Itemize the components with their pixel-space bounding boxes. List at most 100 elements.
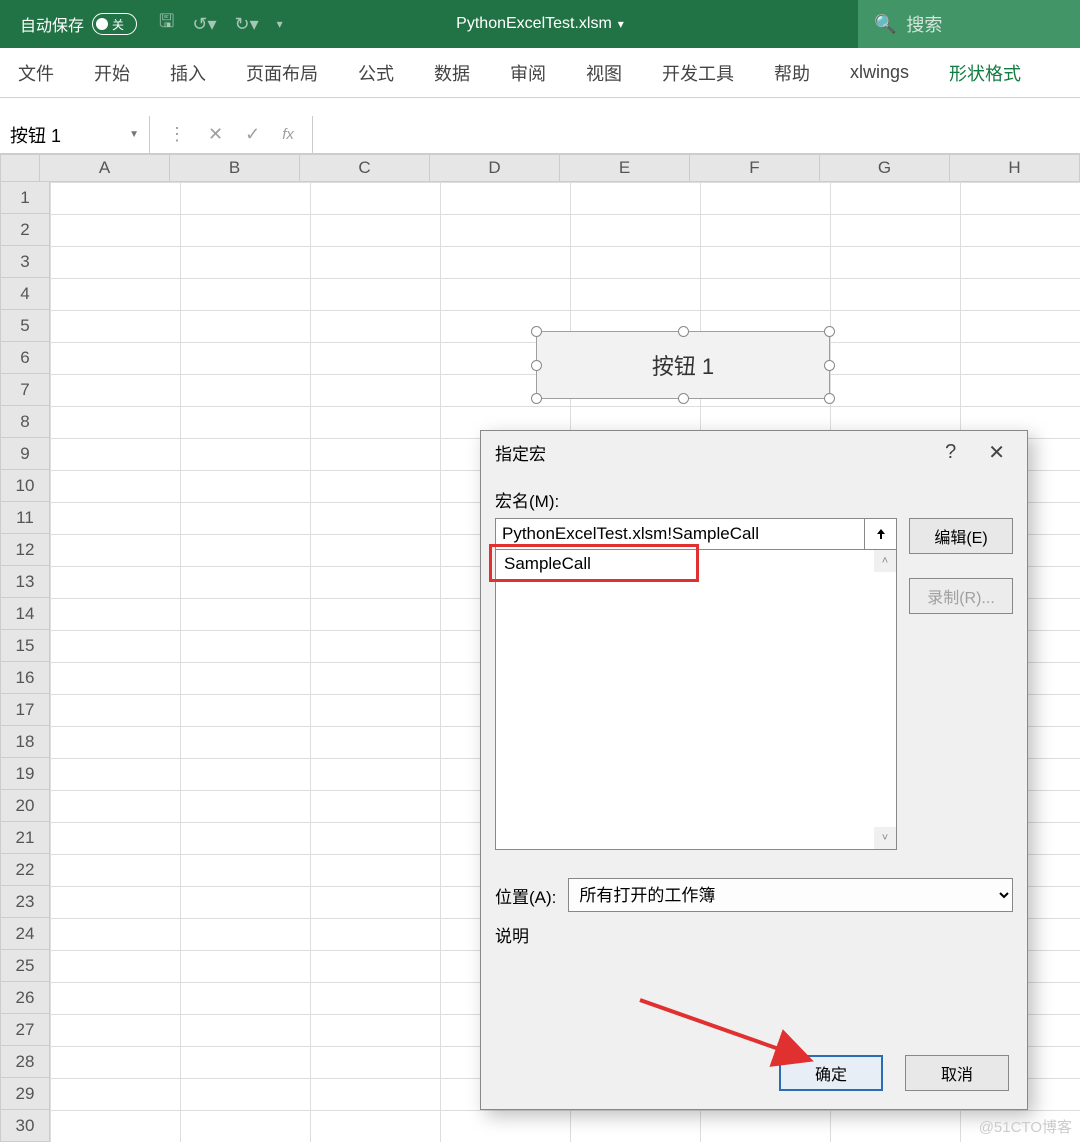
row-header[interactable]: 29: [0, 1078, 50, 1110]
dialog-title: 指定宏: [495, 440, 546, 465]
tab-公式[interactable]: 公式: [354, 54, 398, 92]
column-header[interactable]: G: [820, 154, 950, 182]
tab-开始[interactable]: 开始: [90, 54, 134, 92]
row-header[interactable]: 7: [0, 374, 50, 406]
row-header[interactable]: 27: [0, 1014, 50, 1046]
confirm-icon[interactable]: ✓: [245, 124, 260, 145]
row-header[interactable]: 17: [0, 694, 50, 726]
tab-插入[interactable]: 插入: [166, 54, 210, 92]
location-label: 位置(A):: [495, 883, 556, 908]
row-header[interactable]: 16: [0, 662, 50, 694]
row-header[interactable]: 20: [0, 790, 50, 822]
resize-handle[interactable]: [824, 326, 835, 337]
select-all-corner[interactable]: [0, 154, 40, 182]
dropdown-icon[interactable]: ▾: [277, 17, 283, 31]
tab-页面布局[interactable]: 页面布局: [242, 54, 322, 92]
row-header[interactable]: 8: [0, 406, 50, 438]
row-header[interactable]: 25: [0, 950, 50, 982]
row-header[interactable]: 21: [0, 822, 50, 854]
save-icon[interactable]: 🖫: [159, 9, 174, 39]
row-headers: 1234567891011121314151617181920212223242…: [0, 182, 50, 1142]
tab-审阅[interactable]: 审阅: [506, 54, 550, 92]
redo-icon[interactable]: ↻▾: [234, 14, 258, 35]
fx-icon[interactable]: fx: [282, 126, 294, 143]
row-header[interactable]: 23: [0, 886, 50, 918]
tab-形状格式[interactable]: 形状格式: [945, 54, 1025, 92]
column-header[interactable]: F: [690, 154, 820, 182]
autosave-label: 自动保存: [20, 12, 84, 36]
chevron-down-icon[interactable]: ▼: [129, 129, 139, 140]
search-box[interactable]: 🔍 搜索: [858, 0, 1080, 48]
row-header[interactable]: 24: [0, 918, 50, 950]
macro-name-input[interactable]: [495, 518, 865, 550]
cancel-icon[interactable]: ✕: [208, 124, 223, 145]
row-header[interactable]: 15: [0, 630, 50, 662]
tab-xlwings[interactable]: xlwings: [846, 56, 913, 89]
row-header[interactable]: 18: [0, 726, 50, 758]
column-headers: ABCDEFGH: [0, 154, 1080, 182]
reference-icon[interactable]: [865, 518, 897, 550]
resize-handle[interactable]: [824, 360, 835, 371]
autosave-group: 自动保存 关: [20, 12, 137, 36]
quick-access-toolbar: 🖫 ↺▾ ↻▾ ▾: [159, 9, 283, 39]
row-header[interactable]: 6: [0, 342, 50, 374]
row-header[interactable]: 5: [0, 310, 50, 342]
list-item[interactable]: SampleCall: [496, 550, 896, 578]
row-header[interactable]: 28: [0, 1046, 50, 1078]
close-icon[interactable]: ✕: [980, 436, 1013, 469]
tab-数据[interactable]: 数据: [430, 54, 474, 92]
column-header[interactable]: D: [430, 154, 560, 182]
row-header[interactable]: 3: [0, 246, 50, 278]
ok-button[interactable]: 确定: [779, 1055, 883, 1091]
title-bar: 自动保存 关 🖫 ↺▾ ↻▾ ▾ PythonExcelTest.xlsm ▾ …: [0, 0, 1080, 48]
macro-list[interactable]: SampleCall ˄ ˅: [495, 550, 897, 850]
resize-handle[interactable]: [824, 393, 835, 404]
search-icon: 🔍: [874, 14, 896, 35]
row-header[interactable]: 4: [0, 278, 50, 310]
tab-开发工具[interactable]: 开发工具: [658, 54, 738, 92]
macro-name-label: 宏名(M):: [495, 487, 1013, 512]
resize-handle[interactable]: [678, 326, 689, 337]
formula-buttons: ⋮ ✕ ✓ fx: [150, 116, 313, 153]
chevron-down-icon[interactable]: ▾: [618, 17, 624, 31]
row-header[interactable]: 1: [0, 182, 50, 214]
row-header[interactable]: 12: [0, 534, 50, 566]
resize-handle[interactable]: [531, 326, 542, 337]
tab-文件[interactable]: 文件: [14, 54, 58, 92]
record-button: 录制(R)...: [909, 578, 1013, 614]
cancel-button[interactable]: 取消: [905, 1055, 1009, 1091]
scroll-down-icon[interactable]: ˅: [874, 827, 896, 849]
ribbon-tabs: 文件开始插入页面布局公式数据审阅视图开发工具帮助 xlwings 形状格式: [0, 48, 1080, 98]
watermark: @51CTO博客: [979, 1116, 1072, 1137]
column-header[interactable]: E: [560, 154, 690, 182]
resize-handle[interactable]: [678, 393, 689, 404]
location-select[interactable]: 所有打开的工作簿: [568, 878, 1013, 912]
resize-handle[interactable]: [531, 393, 542, 404]
autosave-toggle[interactable]: 关: [92, 13, 137, 35]
tab-视图[interactable]: 视图: [582, 54, 626, 92]
column-header[interactable]: C: [300, 154, 430, 182]
tab-帮助[interactable]: 帮助: [770, 54, 814, 92]
name-box[interactable]: 按钮 1 ▼: [0, 116, 150, 153]
column-header[interactable]: A: [40, 154, 170, 182]
row-header[interactable]: 22: [0, 854, 50, 886]
resize-handle[interactable]: [531, 360, 542, 371]
window-title: PythonExcelTest.xlsm ▾: [456, 15, 624, 33]
undo-icon[interactable]: ↺▾: [192, 14, 216, 35]
form-button-shape[interactable]: 按钮 1: [536, 331, 830, 399]
row-header[interactable]: 13: [0, 566, 50, 598]
row-header[interactable]: 19: [0, 758, 50, 790]
formula-bar: 按钮 1 ▼ ⋮ ✕ ✓ fx: [0, 116, 1080, 154]
row-header[interactable]: 10: [0, 470, 50, 502]
row-header[interactable]: 26: [0, 982, 50, 1014]
row-header[interactable]: 2: [0, 214, 50, 246]
row-header[interactable]: 11: [0, 502, 50, 534]
help-icon[interactable]: ?: [945, 441, 956, 464]
row-header[interactable]: 14: [0, 598, 50, 630]
column-header[interactable]: H: [950, 154, 1080, 182]
row-header[interactable]: 30: [0, 1110, 50, 1142]
scroll-up-icon[interactable]: ˄: [874, 550, 896, 572]
edit-button[interactable]: 编辑(E): [909, 518, 1013, 554]
row-header[interactable]: 9: [0, 438, 50, 470]
column-header[interactable]: B: [170, 154, 300, 182]
